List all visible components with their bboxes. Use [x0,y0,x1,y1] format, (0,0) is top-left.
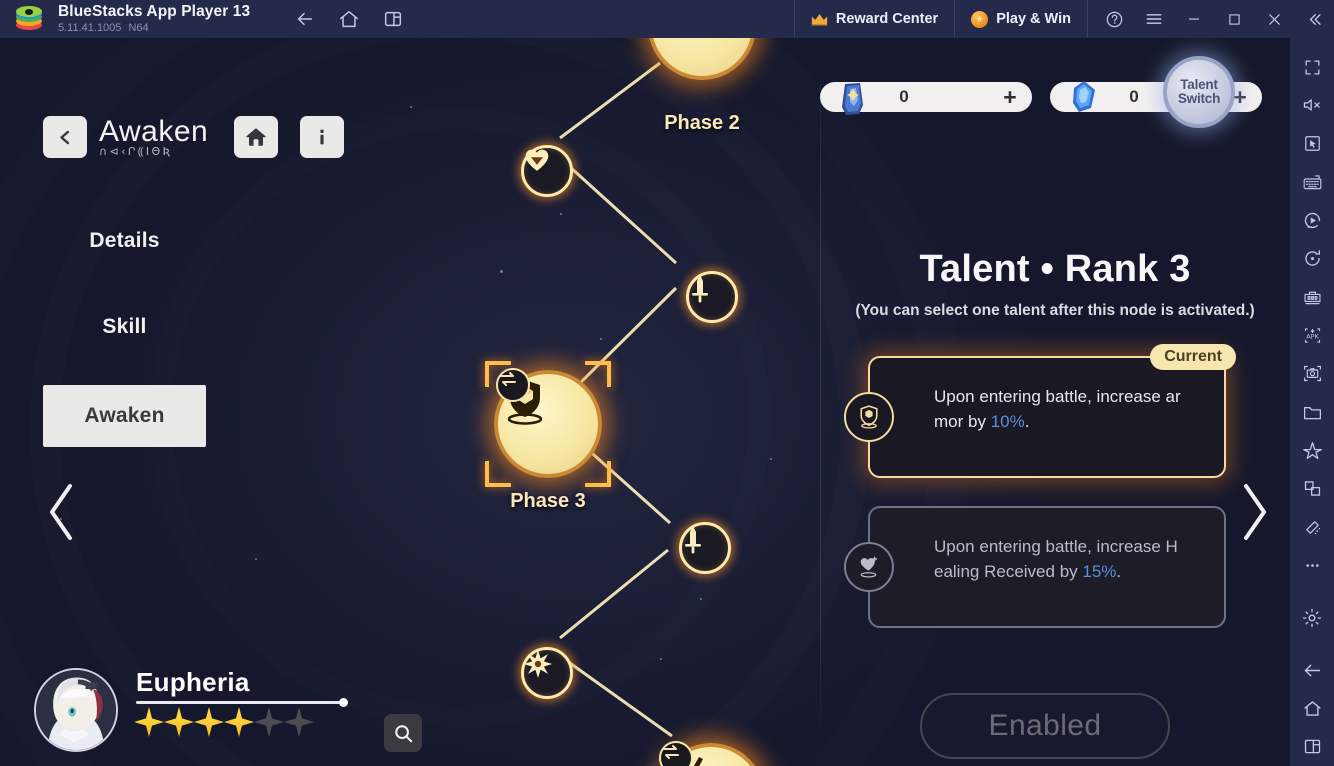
talent-option-text: Upon entering battle, increase ar mor by… [934,384,1202,434]
maximize-icon[interactable] [1214,0,1254,38]
recents-icon[interactable] [1290,728,1334,766]
home-icon[interactable] [336,6,362,32]
pip-icon[interactable] [1290,470,1334,508]
talent-text-after: . [1025,412,1030,431]
swap-icon [498,370,518,388]
tree-node-label-phase3: Phase 3 [448,490,648,513]
talent-rank-title: Talent • Rank 3 [820,248,1290,291]
heart-icon [524,148,550,172]
svg-text:APK: APK [1306,332,1319,340]
tree-connectors [0,38,820,766]
talent-switch-line2: Switch [1178,92,1220,106]
enabled-button[interactable]: Enabled [920,693,1170,759]
app-title: BlueStacks App Player 13 [58,3,250,20]
tree-node-sword-upper[interactable] [686,271,738,323]
currency-awaken-crystal[interactable]: 0 + [820,82,1032,112]
menu-icon[interactable] [1134,0,1174,38]
tree-node-label-phase2: Phase 2 [602,112,802,135]
tree-node-starburst[interactable] [521,647,573,699]
talent-text-after: . [1116,562,1121,581]
tree-node-sword-lower[interactable] [679,522,731,574]
reward-center-label: Reward Center [836,11,938,27]
titlebar: BlueStacks App Player 13 5.11.41.1005 N64… [0,0,1334,38]
shake-icon[interactable] [1290,508,1334,546]
window-title-block: BlueStacks App Player 13 5.11.41.1005 N64 [58,0,250,38]
window-controls [1087,0,1334,38]
eco-mode-icon[interactable] [1290,431,1334,469]
talent-switch-button[interactable]: Talent Switch [1163,56,1235,128]
cursor-icon[interactable] [1290,125,1334,163]
swap-icon [661,743,681,761]
more-icon[interactable] [1290,546,1334,584]
tree-node-heart[interactable] [521,145,573,197]
version-number: 5.11.41.1005 [58,22,121,34]
multi-instance-manager-icon[interactable] [1290,278,1334,316]
status-badge: Current [1150,344,1236,370]
sword-icon [682,525,704,555]
talent-detail-panel: 0 + 0 + Talent Switch Talent • Rank 3 (Y… [820,38,1290,766]
starburst-icon [524,650,552,678]
home-icon[interactable] [1290,689,1334,727]
talent-option-text: Upon entering battle, increase H ealing … [934,534,1202,584]
multi-instance-icon[interactable] [380,6,406,32]
rotate-icon[interactable] [1290,240,1334,278]
awaken-crystal-icon [832,76,874,118]
reward-center-button[interactable]: Reward Center [794,0,954,38]
play-win-icon [971,11,988,28]
fullscreen-icon[interactable] [1290,48,1334,86]
sword-icon [689,274,711,304]
crown-icon [811,13,828,26]
macro-play-icon[interactable] [1290,201,1334,239]
help-icon[interactable] [1094,0,1134,38]
minimize-icon[interactable] [1174,0,1214,38]
talent-switch-line1: Talent [1180,78,1218,92]
talent-text-value: 10% [991,412,1025,431]
swap-talent-badge[interactable] [496,368,530,402]
talent-rank-note: (You can select one talent after this no… [840,302,1270,320]
app-version: 5.11.41.1005 N64 [58,21,250,35]
mute-icon[interactable] [1290,86,1334,124]
bluestacks-logo [0,0,58,38]
talent-option-armor[interactable]: Upon entering battle, increase ar mor by… [868,356,1226,478]
screenshot-icon[interactable] [1290,355,1334,393]
blue-crystal-icon [1062,76,1104,118]
folder-icon[interactable] [1290,393,1334,431]
currency-add-button[interactable]: + [988,84,1032,111]
close-icon[interactable] [1254,0,1294,38]
bluestacks-toolbar: APK [1290,38,1334,766]
app-window: BlueStacks App Player 13 5.11.41.1005 N64… [0,0,1334,766]
talent-option-body: Upon entering battle, increase H ealing … [868,506,1226,628]
play-and-win-button[interactable]: Play & Win [954,0,1087,38]
collapse-icon[interactable] [1294,0,1334,38]
build-tag: N64 [128,22,148,34]
titlebar-nav-group [292,0,406,38]
back-icon[interactable] [1290,651,1334,689]
shield-guard-icon [844,392,894,442]
keyboard-icon[interactable] [1290,163,1334,201]
awaken-skill-tree: Phase 2 Phase 3 [0,38,820,766]
gear-icon[interactable] [1290,599,1334,637]
install-apk-icon[interactable]: APK [1290,316,1334,354]
talent-option-healing[interactable]: Upon entering battle, increase H ealing … [868,506,1226,628]
talent-text-before: Upon entering battle, increase H ealing … [934,537,1178,581]
talent-option-body: Upon entering battle, increase ar mor by… [868,356,1226,478]
game-viewport: Awaken ∩⊲‹Ր⸨ΙΘƦ֐ Details Skill Awaken [0,38,1290,766]
heal-heart-icon [844,542,894,592]
play-and-win-label: Play & Win [996,11,1071,27]
back-icon[interactable] [292,6,318,32]
talent-text-value: 15% [1082,562,1116,581]
talent-text-before: Upon entering battle, increase ar mor by [934,387,1181,431]
